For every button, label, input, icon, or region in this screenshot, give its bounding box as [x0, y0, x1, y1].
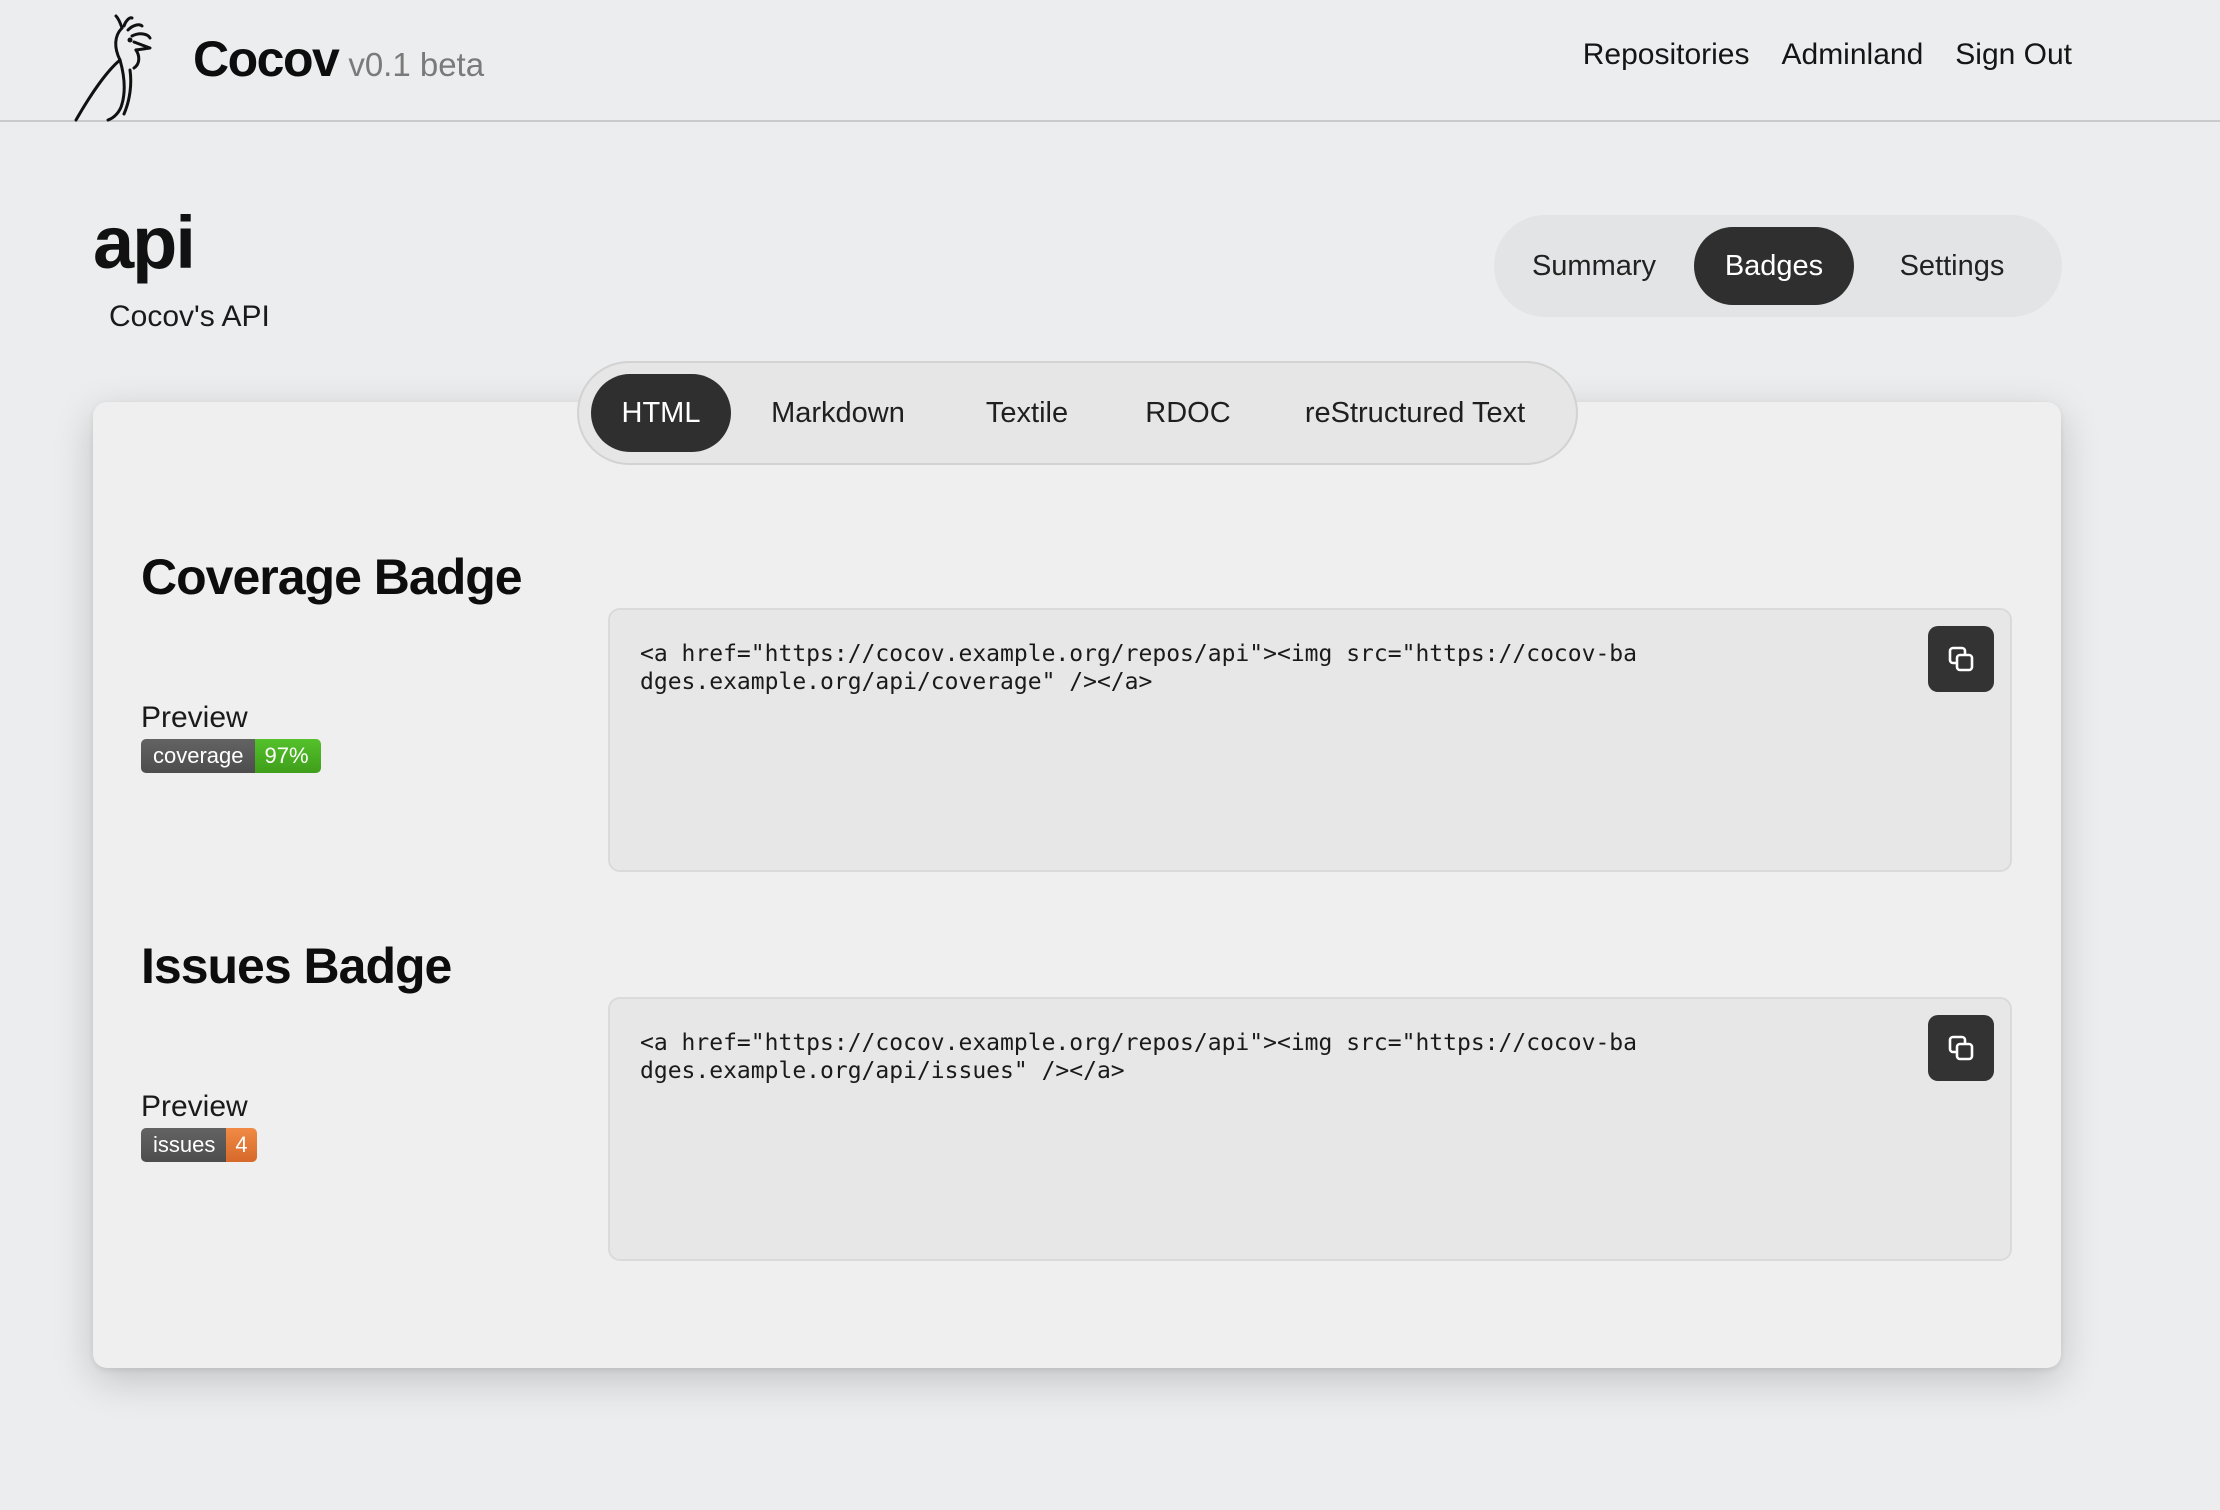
- badge-value: 97%: [254, 739, 321, 773]
- nav-sign-out-link[interactable]: Sign Out: [1955, 38, 2072, 72]
- tab-markdown[interactable]: Markdown: [731, 374, 945, 452]
- brand-version: v0.1 beta: [348, 46, 485, 83]
- coverage-preview-label: Preview: [141, 701, 248, 734]
- badge-label: issues: [141, 1128, 227, 1162]
- repo-description: Cocov's API: [109, 300, 270, 333]
- tab-summary[interactable]: Summary: [1506, 227, 1682, 305]
- tab-textile[interactable]: Textile: [945, 374, 1109, 452]
- page-title: api: [93, 201, 196, 284]
- brand[interactable]: Cocov v0.1 beta: [193, 30, 484, 88]
- coverage-badge-title: Coverage Badge: [141, 549, 523, 605]
- coverage-copy-button[interactable]: [1928, 626, 1994, 692]
- badge-value: 4: [226, 1128, 257, 1162]
- copy-icon: [1948, 646, 1974, 672]
- top-header: Cocov v0.1 beta Repositories Adminland S…: [0, 0, 2220, 122]
- badge-label: coverage: [141, 739, 255, 773]
- issues-badge-preview: issues 4: [141, 1128, 257, 1162]
- tab-restructured-text[interactable]: reStructured Text: [1267, 374, 1563, 452]
- issues-preview-label: Preview: [141, 1090, 248, 1123]
- copy-icon: [1948, 1035, 1974, 1061]
- issues-code-snippet[interactable]: <a href="https://cocov.example.org/repos…: [640, 1029, 1640, 1085]
- issues-copy-button[interactable]: [1928, 1015, 1994, 1081]
- coverage-badge-preview: coverage 97%: [141, 739, 321, 773]
- tab-rdoc[interactable]: RDOC: [1109, 374, 1267, 452]
- nav-adminland-link[interactable]: Adminland: [1782, 38, 1924, 72]
- format-tabs: HTML Markdown Textile RDOC reStructured …: [577, 361, 1578, 465]
- issues-badge-title: Issues Badge: [141, 938, 452, 994]
- rooster-logo-icon[interactable]: [74, 14, 158, 122]
- repo-tabs: Summary Badges Settings: [1494, 215, 2062, 317]
- tab-badges[interactable]: Badges: [1694, 227, 1854, 305]
- coverage-code-snippet[interactable]: <a href="https://cocov.example.org/repos…: [640, 640, 1640, 696]
- tab-settings[interactable]: Settings: [1854, 227, 2050, 305]
- brand-name: Cocov: [193, 31, 340, 87]
- top-nav: Repositories Adminland Sign Out: [1583, 38, 2072, 72]
- nav-repositories-link[interactable]: Repositories: [1583, 38, 1750, 72]
- tab-html[interactable]: HTML: [591, 374, 731, 452]
- coverage-code-box[interactable]: <a href="https://cocov.example.org/repos…: [608, 608, 2012, 872]
- issues-code-box[interactable]: <a href="https://cocov.example.org/repos…: [608, 997, 2012, 1261]
